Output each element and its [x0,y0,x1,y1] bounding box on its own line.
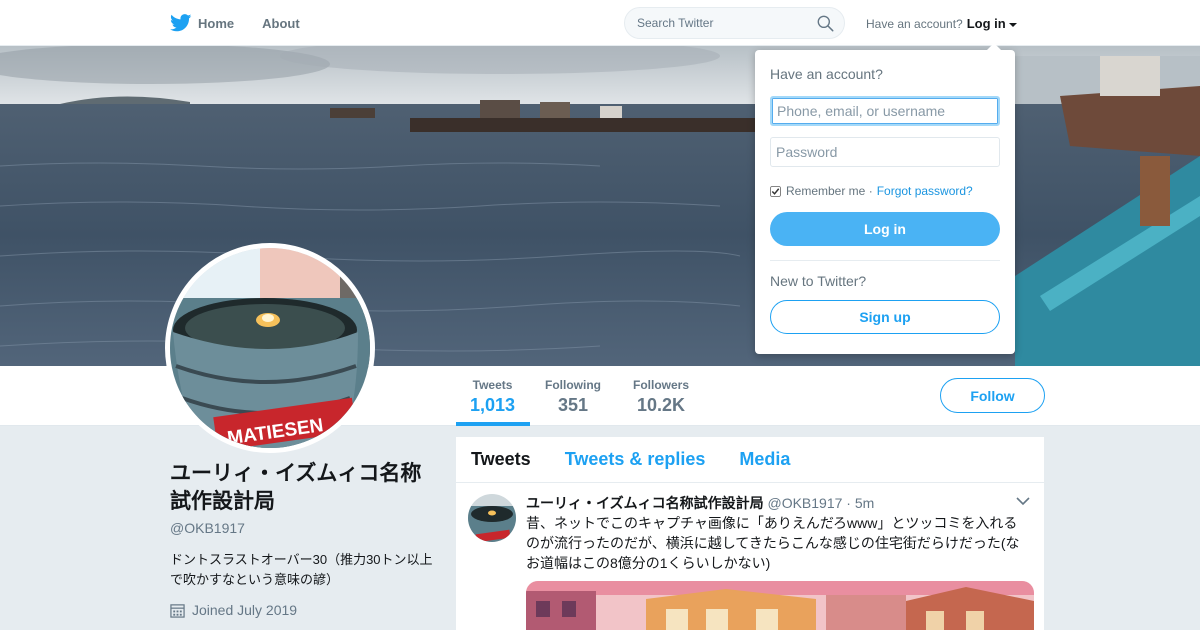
search-icon[interactable] [817,15,834,32]
nav-about-label: About [262,15,300,31]
profile-name[interactable]: ユーリィ・イズムィコ名称試作設計局 [170,460,440,516]
tweet-avatar-image [468,494,516,542]
profile-avatar[interactable]: MATIESEN [165,243,375,453]
stat-following-label: Following [545,378,601,392]
forgot-password-link[interactable]: Forgot password? [877,184,973,198]
timeline-tabs: Tweets Tweets & replies Media [456,437,1044,483]
login-button[interactable]: Log in [770,212,1000,246]
remember-row: Remember me · Forgot password? [770,184,973,198]
tweet-anime-town-image [526,581,1034,630]
signup-button[interactable]: Sign up [770,300,1000,334]
stat-following-value: 351 [557,395,589,415]
remember-me-checkbox[interactable] [770,185,781,197]
login-dropdown: Have an account? Remember me · Forgot pa… [755,43,1015,354]
timeline: Tweets Tweets & replies Media ユーリィ・イズムィコ… [456,437,1044,630]
stat-tweets-value: 1,013 [470,395,516,415]
tweet-header: ユーリィ・イズムィコ名称試作設計局 @OKB1917 · 5m [526,493,874,513]
nav-home-link[interactable]: Home [170,14,234,32]
tweet-avatar[interactable] [468,494,516,542]
caret-down-icon[interactable] [1008,22,1017,27]
follow-button[interactable]: Follow [940,378,1045,413]
tab-tweets[interactable]: Tweets [471,449,531,470]
tab-tweets-and-replies[interactable]: Tweets & replies [565,449,706,470]
stat-following[interactable]: Following 351 [545,378,601,416]
profile-bio: ドントスラストオーバー30（推力30トン以上で吹かすなという意味の諺） [170,552,433,587]
stat-followers-label: Followers [633,378,690,392]
top-navigation-bar: Home About Search Twitter Have an accoun… [0,0,1200,46]
tab-media[interactable]: Media [739,449,790,470]
calendar-icon [170,603,185,618]
stat-tweets[interactable]: Tweets 1,013 [470,378,515,416]
password-field[interactable] [770,137,1000,167]
search-box[interactable]: Search Twitter [624,7,845,39]
username-field[interactable] [770,96,1000,126]
tweet-author-name[interactable]: ユーリィ・イズムィコ名称試作設計局 [526,495,764,511]
nav-about-link[interactable]: About [262,16,300,31]
twitter-bird-icon [170,14,192,32]
tweet-author-handle[interactable]: @OKB1917 [767,495,842,511]
nav-left: Home About [170,0,328,46]
remember-me-label[interactable]: Remember me · [786,184,873,198]
chevron-down-icon[interactable] [1016,496,1030,506]
new-to-twitter-text: New to Twitter? [770,273,867,289]
dropdown-arrow [987,43,1001,50]
tweet-timestamp[interactable]: · 5m [846,495,874,511]
avatar-barrel-image: MATIESEN [170,248,370,448]
dropdown-title: Have an account? [770,66,883,82]
tweet-media-image[interactable] [526,581,1034,630]
dropdown-divider [770,260,1000,261]
account-area: Have an account? Log in [866,16,1017,31]
profile-joined: Joined July 2019 [170,602,440,618]
profile-card: ユーリィ・イズムィコ名称試作設計局 @OKB1917 ドントスラストオーバー30… [170,460,440,618]
stat-tweets-label: Tweets [472,378,513,392]
have-account-text: Have an account? [866,16,963,31]
stat-followers[interactable]: Followers 10.2K [633,378,689,416]
active-stat-underline [456,422,530,426]
search-input[interactable]: Search Twitter [637,16,713,30]
joined-date: Joined July 2019 [192,602,298,618]
tweet-text: 昔、ネットでこのキャプチャ画像に「ありえんだろwww」とツッコミを入れるのが流行… [526,515,1020,571]
login-dropdown-toggle[interactable]: Log in [967,16,1006,31]
profile-handle[interactable]: @OKB1917 [170,520,440,536]
nav-home-label: Home [198,15,235,31]
stat-followers-value: 10.2K [636,395,686,415]
